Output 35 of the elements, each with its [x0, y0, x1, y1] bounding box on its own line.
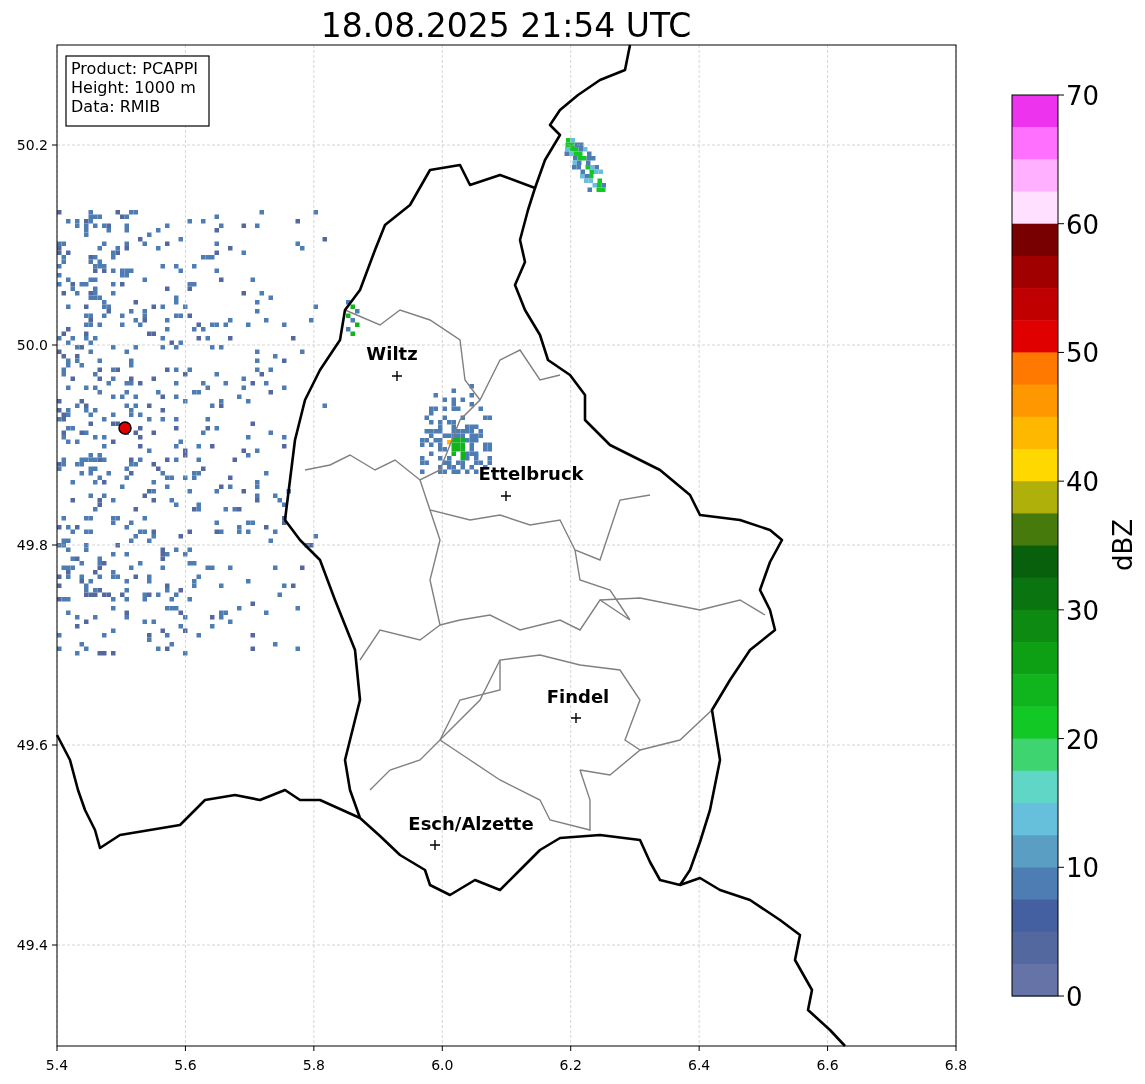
colorbar-tick-label: 0 — [1066, 982, 1083, 1012]
colorbar-tick-label: 10 — [1066, 853, 1100, 884]
colorbar-tick-label: 50 — [1066, 338, 1100, 369]
colorbar-tick-label: 70 — [1066, 81, 1100, 111]
x-tick-label: 5.8 — [302, 1057, 325, 1073]
x-tick-label: 6.0 — [431, 1057, 454, 1073]
colorbar-tick-label: 60 — [1066, 209, 1100, 240]
colorbar-tick-label: 30 — [1066, 595, 1100, 626]
colorbar-tick-label: 20 — [1066, 724, 1100, 755]
city-marker — [570, 712, 582, 724]
y-tick-label: 50.0 — [16, 337, 48, 353]
y-tick-label: 49.6 — [16, 737, 48, 753]
x-tick-label: 5.6 — [174, 1057, 197, 1073]
city-marker — [429, 839, 441, 851]
x-tick-label: 6.4 — [688, 1057, 711, 1073]
radar-site-marker — [118, 421, 132, 435]
x-tick-label: 5.4 — [45, 1057, 69, 1073]
info-text: Product: PCAPPI — [71, 59, 198, 78]
city-label: Wiltz — [366, 343, 418, 364]
city-label: Ettelbruck — [478, 463, 584, 484]
colorbar-tick-label: 40 — [1066, 467, 1100, 498]
chart-title: 18.08.2025 21:54 UTC — [320, 6, 692, 45]
y-tick-label: 49.4 — [16, 937, 48, 953]
city-marker — [500, 490, 512, 502]
city-label: Findel — [546, 686, 610, 707]
city-marker — [391, 370, 403, 382]
info-text: Data: RMIB — [71, 97, 161, 116]
y-tick-label: 49.8 — [16, 537, 48, 553]
x-tick-label: 6.8 — [944, 1057, 968, 1073]
city-label: Esch/Alzette — [408, 813, 534, 834]
info-text: Height: 1000 m — [71, 78, 196, 97]
y-tick-label: 50.2 — [16, 137, 48, 153]
x-tick-label: 6.6 — [816, 1057, 839, 1073]
colorbar-label: dBZ — [1108, 518, 1138, 572]
x-tick-label: 6.2 — [559, 1057, 582, 1073]
